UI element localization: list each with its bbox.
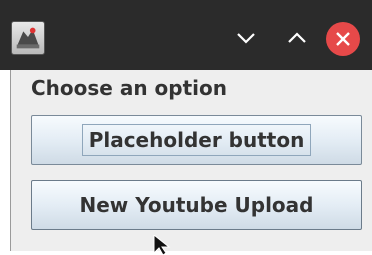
prompt-label: Choose an option	[31, 76, 227, 100]
mouse-pointer-icon	[152, 235, 180, 255]
chevron-down-icon	[237, 33, 255, 44]
minimize-button[interactable]	[232, 24, 260, 52]
new-youtube-upload-button[interactable]: New Youtube Upload	[31, 180, 362, 230]
placeholder-button[interactable]: Placeholder button	[31, 115, 362, 165]
chevron-up-icon	[288, 32, 306, 43]
placeholder-button-label: Placeholder button	[81, 124, 312, 156]
dialog-content: Choose an option Placeholder button New …	[10, 70, 372, 251]
new-youtube-upload-button-label: New Youtube Upload	[79, 193, 314, 217]
maximize-button[interactable]	[283, 24, 311, 52]
title-bar[interactable]	[0, 0, 372, 70]
close-button[interactable]	[326, 22, 360, 56]
app-icon	[11, 21, 45, 55]
close-icon	[336, 32, 350, 46]
